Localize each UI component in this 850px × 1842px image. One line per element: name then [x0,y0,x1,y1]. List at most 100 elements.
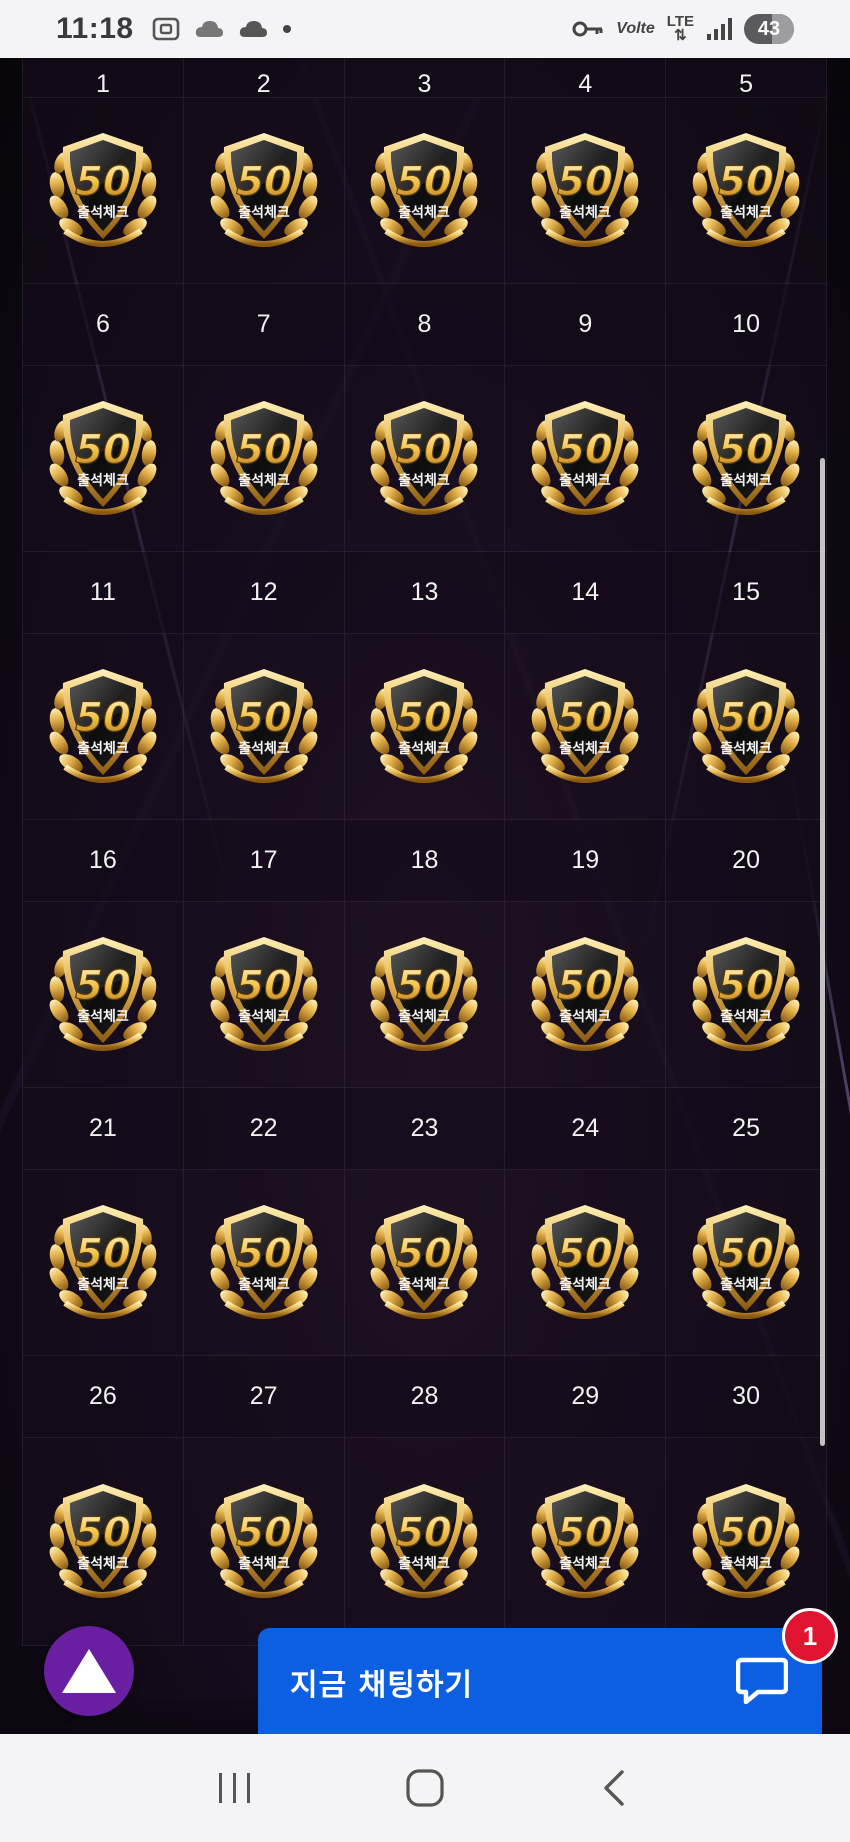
attendance-badge-icon: 50 출석체크 [49,1204,157,1319]
badge-label: 출석체크 [238,1555,290,1572]
attendance-badge-row: 50 출석체크 50 출석체크 50 출석체크 50 출석체크 50 출석체크 [23,902,827,1088]
day-number: 28 [410,1382,439,1410]
badge-number: 50 [718,1231,774,1277]
badge-label: 출석체크 [560,1008,612,1025]
attendance-day-cell[interactable]: 50 출석체크 [666,634,827,820]
day-number: 8 [417,310,432,338]
day-number: 19 [571,846,600,874]
attendance-badge-icon: 50 출석체크 [210,668,318,783]
attendance-day-cell[interactable]: 50 출석체크 [344,366,506,552]
badge-label: 출석체크 [399,740,451,757]
attendance-badge-icon: 50 출석체크 [210,1204,318,1319]
scroll-to-top-button[interactable] [44,1626,134,1716]
home-button[interactable] [395,1758,455,1818]
attendance-day-cell[interactable]: 50 출석체크 [183,366,345,552]
attendance-badge-icon: 50 출석체크 [49,936,157,1051]
attendance-day-cell[interactable]: 50 출석체크 [183,1438,345,1646]
badge-label: 출석체크 [77,1555,129,1572]
attendance-badge-icon: 50 출석체크 [692,936,800,1051]
day-number-cell: 10 [666,284,827,366]
attendance-grid: 12345 50 출석체크 50 출석체크 50 출석체크 50 출석체크 50… [22,58,827,1646]
badge-number: 50 [557,427,613,473]
day-number: 24 [571,1114,600,1142]
home-icon [406,1769,444,1807]
attendance-day-cell[interactable]: 50 출석체크 [23,366,184,552]
day-number-cell: 19 [505,820,667,902]
attendance-day-cell[interactable]: 50 출석체크 [666,1170,827,1356]
day-number: 25 [732,1114,760,1142]
badge-number: 50 [75,1510,131,1556]
badge-label: 출석체크 [399,1555,451,1572]
attendance-badge-icon: 50 출석체크 [210,1483,318,1598]
attendance-calendar[interactable]: 12345 50 출석체크 50 출석체크 50 출석체크 50 출석체크 50… [0,58,850,1734]
attendance-day-cell[interactable]: 50 출석체크 [344,902,506,1088]
attendance-badge-icon: 50 출석체크 [210,400,318,515]
attendance-badge-icon: 50 출석체크 [531,936,639,1051]
badge-number: 50 [75,427,131,473]
chat-now-label: 지금 채팅하기 [290,1668,474,1703]
day-number: 9 [578,310,593,338]
day-number-row: 16 17 18 19 20 [23,820,827,902]
attendance-badge-icon: 50 출석체크 [531,668,639,783]
attendance-day-cell[interactable]: 50 출석체크 [666,902,827,1088]
attendance-day-cell[interactable]: 50 출석체크 [23,902,184,1088]
attendance-day-cell[interactable]: 50 출석체크 [344,1170,506,1356]
day-number-row: 11 12 13 14 15 [23,552,827,634]
attendance-day-cell[interactable]: 50 출석체크 [505,366,667,552]
day-number: 29 [571,1382,600,1410]
day-number-cell: 9 [505,284,667,366]
badge-label: 출석체크 [77,204,129,221]
attendance-day-cell[interactable]: 50 출석체크 [183,1170,345,1356]
chat-now-button[interactable]: 지금 채팅하기 [258,1628,822,1736]
attendance-badge-icon: 50 출석체크 [210,936,318,1051]
badge-number: 50 [236,963,292,1009]
attendance-day-cell[interactable]: 50 출석체크 [666,98,827,284]
attendance-badge-icon: 50 출석체크 [210,132,318,247]
navigation-bar [0,1734,850,1842]
attendance-day-cell[interactable]: 50 출석체크 [23,1170,184,1356]
badge-number: 50 [75,1231,131,1277]
badge-number: 50 [397,695,453,741]
badge-number: 50 [557,1510,613,1556]
badge-label: 출석체크 [560,1276,612,1293]
day-number: 6 [95,310,110,338]
badge-number: 50 [397,1510,453,1556]
attendance-day-cell[interactable]: 50 출석체크 [505,1170,667,1356]
badge-label: 출석체크 [720,1276,772,1293]
attendance-day-cell[interactable]: 50 출석체크 [505,98,667,284]
attendance-day-cell[interactable]: 50 출석체크 [183,98,345,284]
attendance-day-cell[interactable]: 50 출석체크 [505,634,667,820]
attendance-day-cell[interactable]: 50 출석체크 [23,98,184,284]
attendance-day-cell[interactable]: 50 출석체크 [344,98,506,284]
badge-number: 50 [557,695,613,741]
day-number-cell: 14 [505,552,667,634]
badge-label: 출석체크 [720,1008,772,1025]
badge-label: 출석체크 [77,740,129,757]
day-number: 15 [732,578,760,606]
attendance-day-cell[interactable]: 50 출석체크 [666,366,827,552]
badge-label: 출석체크 [399,472,451,489]
attendance-day-cell[interactable]: 50 출석체크 [183,902,345,1088]
day-number-cell: 7 [183,284,345,366]
badge-label: 출석체크 [720,740,772,757]
attendance-day-cell[interactable]: 50 출석체크 [23,1438,184,1646]
badge-label: 출석체크 [238,1008,290,1025]
day-number-cell: 29 [505,1356,667,1438]
attendance-day-cell[interactable]: 50 출석체크 [183,634,345,820]
day-number: 21 [88,1114,117,1142]
attendance-day-cell[interactable]: 50 출석체크 [505,1438,667,1646]
badge-label: 출석체크 [77,1276,129,1293]
badge-number: 50 [236,1510,292,1556]
scrollbar[interactable] [820,458,825,1446]
attendance-day-cell[interactable]: 50 출석체크 [505,902,667,1088]
day-number-cell: 3 [344,58,506,98]
attendance-day-cell[interactable]: 50 출석체크 [344,634,506,820]
recent-apps-button[interactable] [205,1758,265,1818]
attendance-day-cell[interactable]: 50 출석체크 [344,1438,506,1646]
badge-label: 출석체크 [560,1555,612,1572]
attendance-badge-row: 50 출석체크 50 출석체크 50 출석체크 50 출석체크 50 출석체크 [23,1438,827,1646]
attendance-day-cell[interactable]: 50 출석체크 [23,634,184,820]
badge-number: 50 [75,159,131,205]
back-button[interactable] [585,1758,645,1818]
day-number-cell: 6 [23,284,184,366]
